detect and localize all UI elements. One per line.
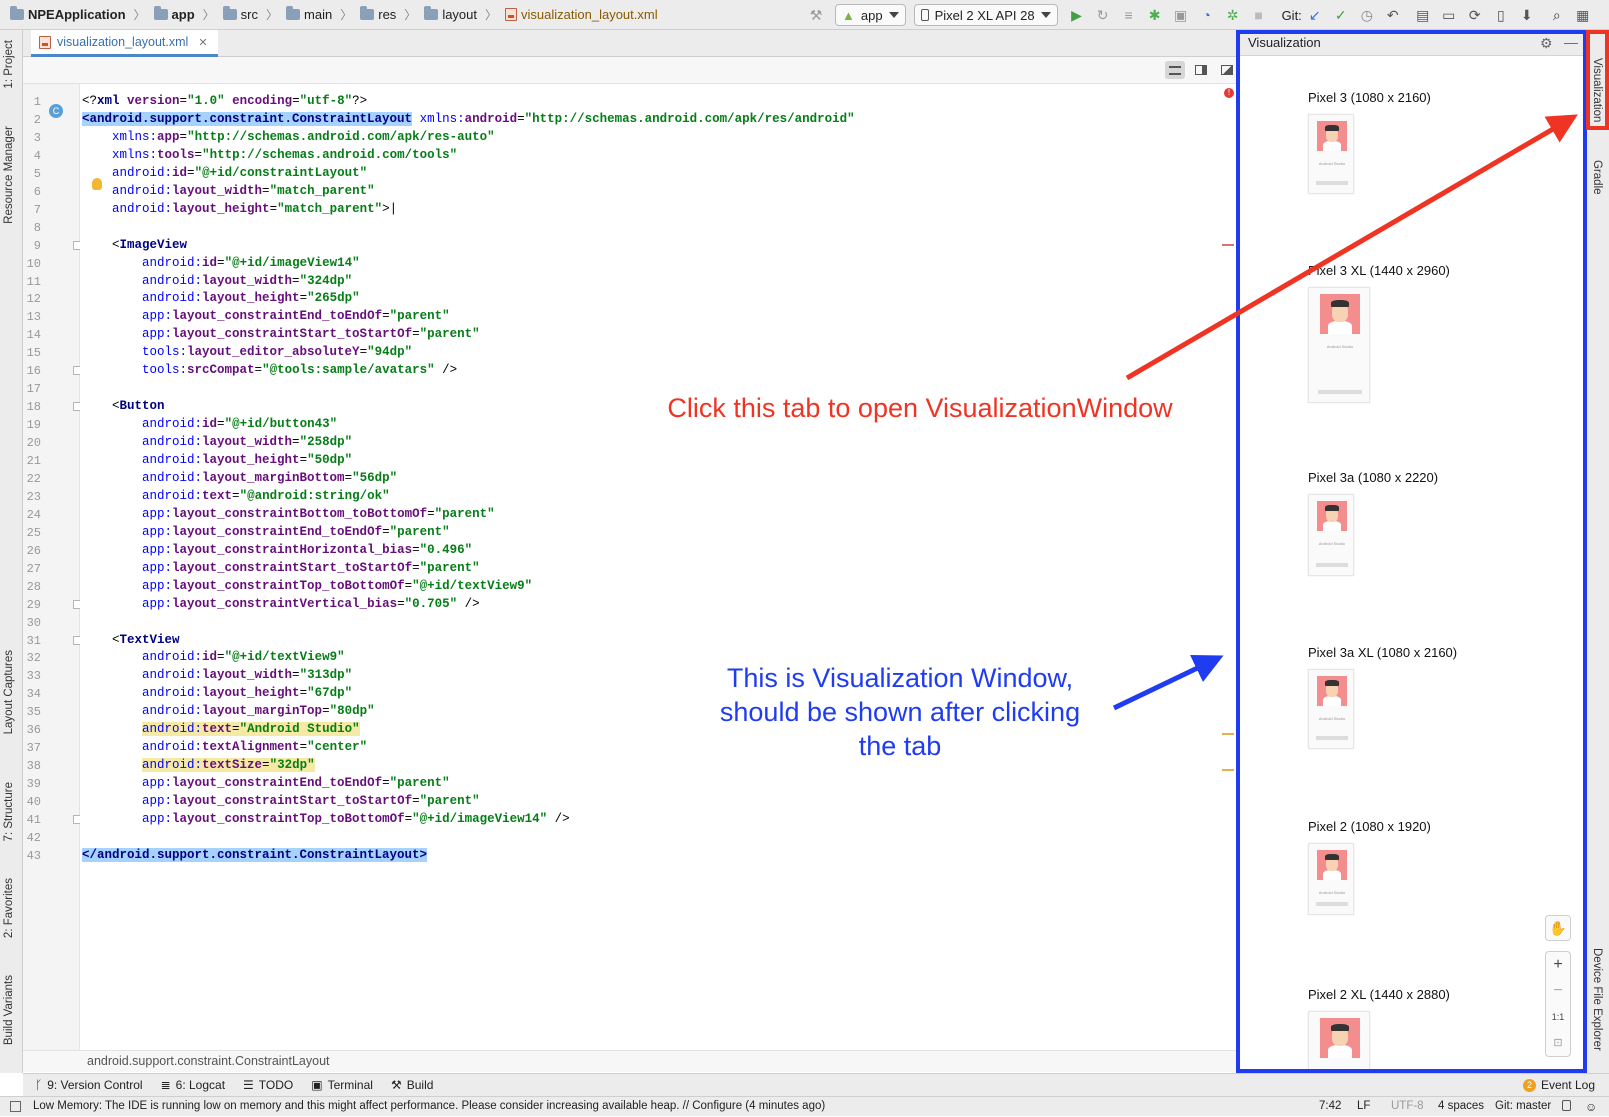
red-annotation-text: Click this tab to open VisualizationWind… — [667, 393, 1173, 423]
blue-arrow — [1112, 654, 1224, 711]
red-arrow — [1125, 114, 1578, 381]
annotation-arrows — [1112, 114, 1578, 711]
blue-annotation-text: This is Visualization Window, should be … — [719, 663, 1081, 761]
